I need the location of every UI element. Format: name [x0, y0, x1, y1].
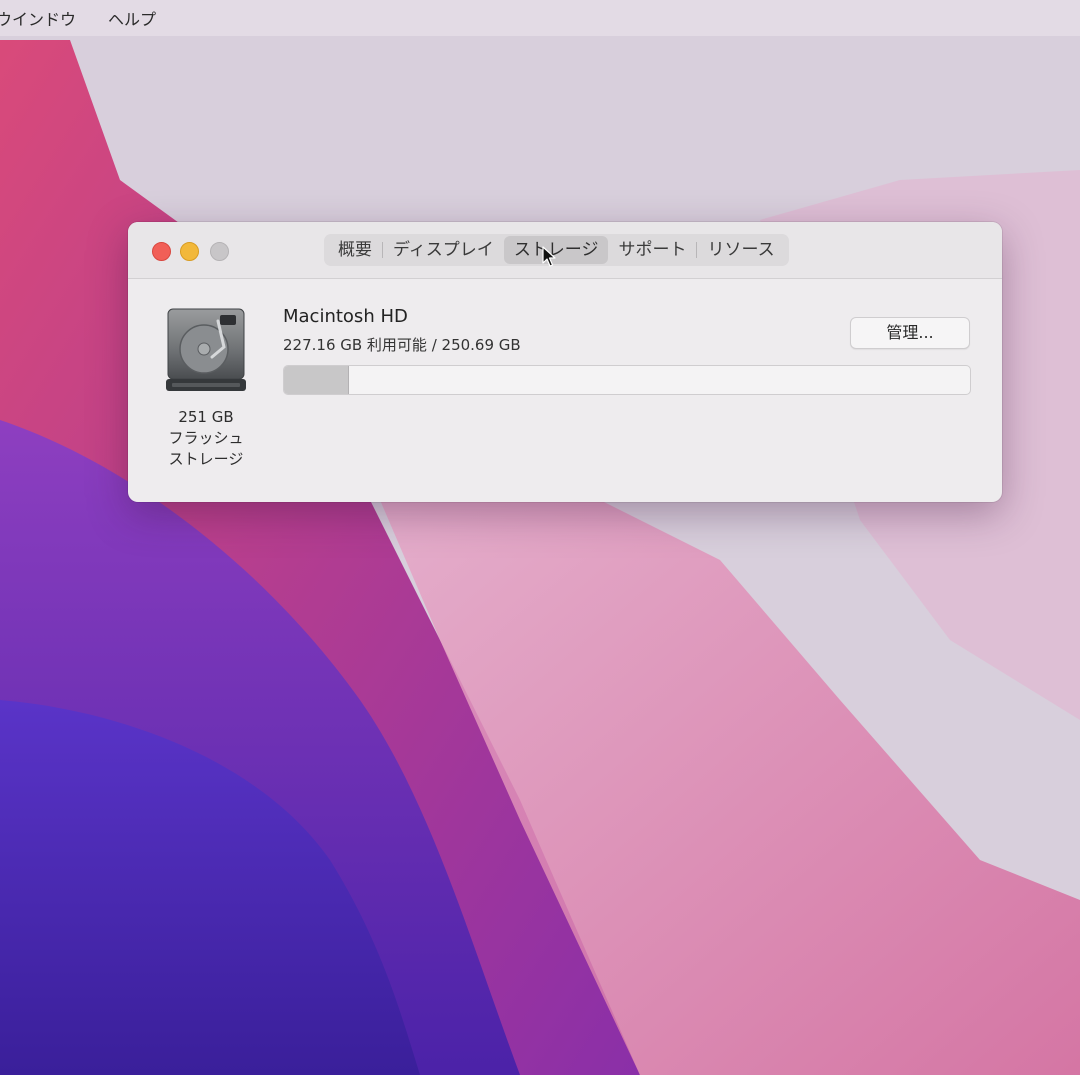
wallpaper	[0, 0, 1080, 1075]
tab-bar: 概要 ディスプレイ ストレージ サポート リソース	[324, 234, 789, 266]
disk-type-line2: ストレージ	[168, 450, 244, 468]
disk-caption: 251 GB フラッシュ ストレージ	[146, 407, 266, 470]
zoom-button[interactable]	[210, 242, 229, 261]
hard-drive-icon	[166, 307, 246, 393]
minimize-button[interactable]	[180, 242, 199, 261]
menu-window[interactable]: ウインドウ	[0, 6, 76, 30]
close-button[interactable]	[152, 242, 171, 261]
mouse-cursor-icon	[542, 246, 556, 267]
manage-button[interactable]: 管理...	[850, 317, 970, 349]
about-this-mac-window: 概要 ディスプレイ ストレージ サポート リソース 251 GB フラッシュ ス…	[128, 222, 1002, 502]
storage-usage-bar	[283, 365, 971, 395]
disk-capacity: 251 GB	[178, 408, 234, 426]
menu-bar: ウインドウ ヘルプ	[0, 0, 1080, 36]
disk-type-line1: フラッシュ	[168, 429, 244, 447]
volume-name: Macintosh HD	[283, 306, 408, 327]
tab-support[interactable]: サポート	[608, 236, 696, 264]
tab-storage[interactable]: ストレージ	[503, 236, 609, 264]
menu-help[interactable]: ヘルプ	[108, 6, 156, 30]
storage-used-segment	[284, 366, 350, 394]
tab-overview[interactable]: 概要	[328, 236, 382, 264]
tab-resources[interactable]: リソース	[697, 236, 784, 264]
desktop: ウインドウ ヘルプ 概要 ディスプレイ ストレージ サポート リソース 251 …	[0, 0, 1080, 1075]
volume-usage-text: 227.16 GB 利用可能 / 250.69 GB	[283, 336, 521, 354]
title-bar[interactable]: 概要 ディスプレイ ストレージ サポート リソース	[128, 222, 1002, 279]
tab-displays[interactable]: ディスプレイ	[383, 236, 504, 264]
storage-pane: 251 GB フラッシュ ストレージ Macintosh HD 227.16 G…	[128, 279, 1002, 502]
